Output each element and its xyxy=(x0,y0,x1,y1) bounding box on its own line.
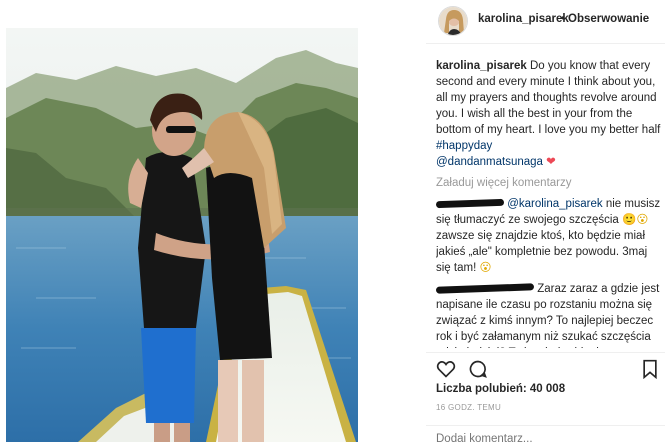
add-comment-section xyxy=(426,425,665,442)
post-header: karolina_pisarek • Obserwowanie xyxy=(426,0,665,44)
comment-mention-link[interactable]: @karolina_pisarek xyxy=(507,198,602,210)
caption: karolina_pisarek Do you know that every … xyxy=(436,58,662,170)
comment-text: Zaraz zaraz a gdzie jest napisane ile cz… xyxy=(436,283,660,348)
header-username-link[interactable]: karolina_pisarek xyxy=(478,13,569,25)
list-item: Zaraz zaraz a gdzie jest napisane ile cz… xyxy=(436,281,662,348)
header-separator-dot: • xyxy=(561,13,566,25)
post-photo[interactable] xyxy=(6,28,358,442)
load-more-comments-button[interactable]: Załaduj więcej komentarzy xyxy=(436,175,662,191)
bookmark-icon[interactable] xyxy=(640,359,660,380)
post-side-panel: karolina_pisarek • Obserwowanie karolina… xyxy=(426,0,665,442)
caption-username-link[interactable]: karolina_pisarek xyxy=(436,60,527,72)
following-button[interactable]: Obserwowanie xyxy=(568,13,649,25)
list-item: @karolina_pisarek nie musisz się tłumacz… xyxy=(436,196,662,276)
comment-emoji-2: 😮 xyxy=(479,262,492,274)
comments-list: karolina_pisarek Do you know that every … xyxy=(436,58,662,348)
avatar[interactable] xyxy=(438,6,468,36)
heart-outline-icon[interactable] xyxy=(436,359,456,379)
likes-count[interactable]: Liczba polubień: 40 008 xyxy=(436,383,565,395)
caption-hashtag-link[interactable]: #happyday xyxy=(436,140,492,152)
post-actions-bar xyxy=(426,352,665,380)
comment-text-continued: zawsze się znajdzie ktoś, kto będzie mia… xyxy=(436,230,648,274)
redacted-username xyxy=(436,199,505,209)
add-comment-input[interactable] xyxy=(436,433,636,442)
caption-heart-emoji: ❤ xyxy=(546,156,556,168)
couple-on-boat-image xyxy=(6,28,358,442)
comment-emoji: 🙂😮 xyxy=(622,214,649,226)
post-timestamp[interactable]: 16 GODZ. TEMU xyxy=(436,403,501,412)
speech-bubble-icon[interactable] xyxy=(468,359,488,379)
caption-mention-link[interactable]: @dandanmatsunaga xyxy=(436,156,543,168)
redacted-username xyxy=(436,283,535,295)
